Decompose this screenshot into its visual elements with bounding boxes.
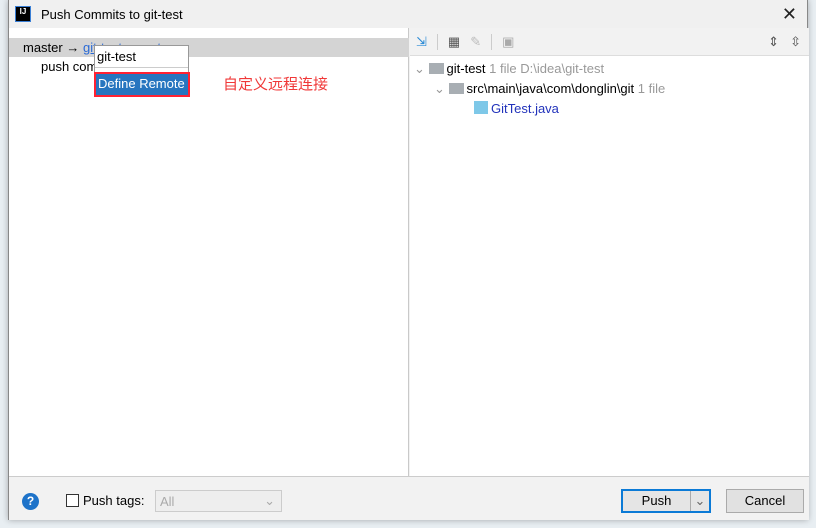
divider (491, 33, 493, 50)
file-name: GitTest.java (491, 101, 559, 116)
tree-node-file[interactable]: GitTest.java (474, 101, 559, 116)
push-commits-dialog: IJ Push Commits to git-test ✕ master → g… (8, 0, 809, 520)
root-name: git-test (446, 61, 486, 76)
collapse-all-icon[interactable]: ⇳ (790, 34, 801, 50)
help-icon[interactable]: ? (22, 493, 39, 510)
tree-node-folder[interactable]: ⌄ src\main\java\com\donglin\git 1 file (434, 81, 665, 97)
expand-all-icon[interactable]: ⇕ (768, 34, 779, 50)
close-icon[interactable]: ✕ (782, 4, 797, 25)
root-path: D:\idea\git-test (520, 61, 605, 76)
local-branch: master → (23, 40, 80, 55)
chevron-down-icon: ⌄ (264, 493, 275, 508)
folder-count: 1 file (637, 81, 666, 96)
tree-node-root[interactable]: ⌄ git-test 1 file D:\idea\git-test (414, 61, 604, 77)
push-commits-text: push com (41, 59, 98, 74)
changes-toolbar: ⇲ ▦ ✎ ▣ ⇕ ⇳ (410, 28, 809, 56)
push-button-label[interactable]: Push (623, 491, 691, 511)
chevron-down-icon[interactable]: ⌄ (691, 491, 709, 511)
tags-select[interactable]: All ⌄ (155, 490, 282, 512)
push-tags-label: Push tags: (83, 493, 145, 508)
popup-item-git-test[interactable]: git-test (95, 46, 188, 67)
edit-icon[interactable]: ✎ (470, 34, 481, 50)
java-file-icon (474, 101, 488, 114)
bottom-bar: ? Push tags: All ⌄ Push ⌄ Cancel (9, 476, 809, 520)
folder-icon (448, 83, 464, 94)
folder-name: src\main\java\com\donglin\git (466, 81, 635, 96)
chevron-down-icon[interactable]: ⌄ (414, 61, 425, 76)
cancel-button[interactable]: Cancel (726, 489, 804, 513)
root-count: 1 file (489, 61, 517, 76)
divider (436, 33, 438, 50)
title-bar: IJ Push Commits to git-test (9, 0, 807, 28)
tags-select-value: All (160, 494, 175, 509)
popup-item-define-remote[interactable]: Define Remote (94, 72, 190, 97)
diff-icon[interactable]: ▣ (502, 34, 514, 50)
push-tags-checkbox[interactable] (66, 494, 79, 507)
chevron-down-icon[interactable]: ⌄ (434, 81, 445, 96)
group-by-icon[interactable]: ▦ (448, 34, 460, 50)
module-folder-icon (428, 63, 444, 74)
push-button[interactable]: Push ⌄ (621, 489, 711, 513)
intellij-logo-icon: IJ (15, 6, 31, 22)
remote-popup: git-test Define Remote (94, 45, 190, 97)
divider (95, 67, 188, 68)
arrows-collapse-icon[interactable]: ⇲ (416, 34, 427, 50)
commits-panel: master → git-test : master push com git-… (9, 28, 409, 476)
changes-panel: ⇲ ▦ ✎ ▣ ⇕ ⇳ ⌄ git-test 1 file D:\idea\gi… (410, 28, 809, 476)
annotation-text: 自定义远程连接 (223, 76, 329, 93)
window-title: Push Commits to git-test (41, 6, 183, 22)
